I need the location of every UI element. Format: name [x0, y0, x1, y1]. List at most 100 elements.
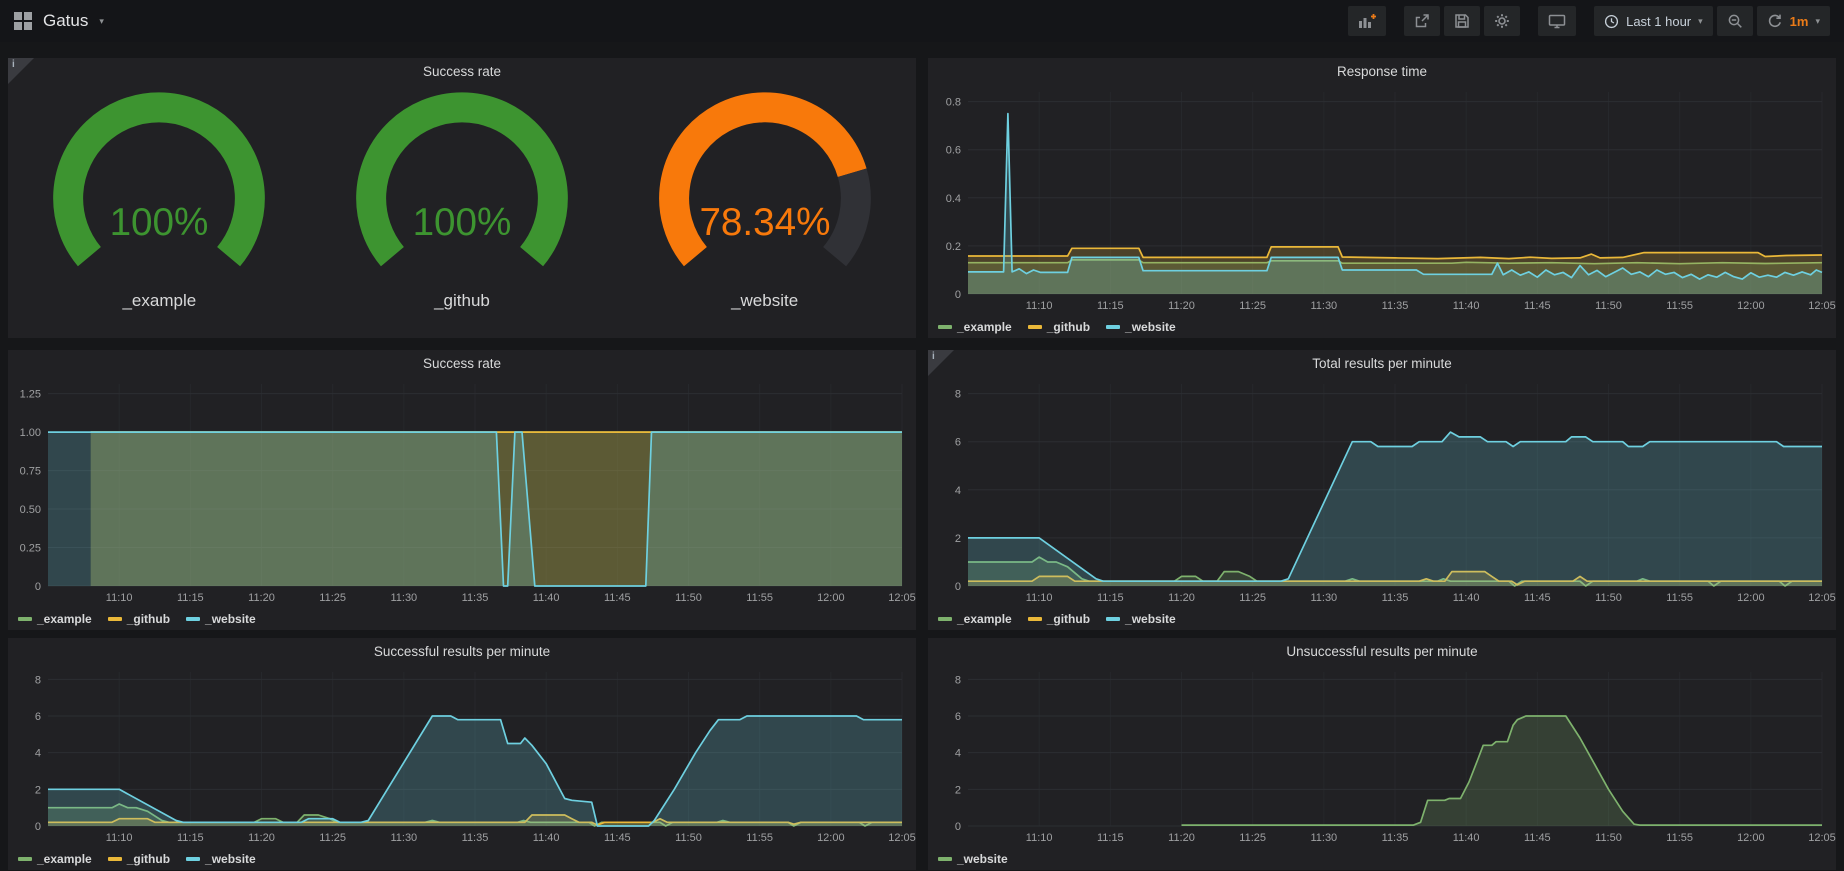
y-axis-tick-label: 0.6 [946, 145, 961, 157]
legend-item-_website[interactable]: _website [1106, 612, 1176, 626]
refresh-button[interactable]: 1m ▾ [1757, 6, 1830, 36]
x-axis-tick-label: 11:15 [177, 592, 204, 604]
panel-title[interactable]: Success rate [8, 58, 916, 84]
x-axis-tick-label: 11:35 [1382, 592, 1409, 604]
panel-title[interactable]: Successful results per minute [8, 638, 916, 664]
x-axis-tick-label: 12:00 [1737, 592, 1765, 604]
gauge-label: _example [122, 291, 196, 311]
gauge-_github: 100%_github [317, 90, 607, 311]
legend-item-_github[interactable]: _github [108, 612, 170, 626]
x-axis-tick-label: 11:50 [675, 832, 702, 844]
x-axis-tick-label: 11:25 [319, 832, 346, 844]
x-axis-tick-label: 11:20 [248, 592, 275, 604]
legend-label: _website [205, 612, 256, 626]
gauge-value: 100% [110, 201, 209, 244]
y-axis-tick-label: 8 [35, 674, 41, 686]
y-axis-tick-label: 0 [35, 581, 41, 593]
legend-item-_github[interactable]: _github [1028, 612, 1090, 626]
chevron-down-icon[interactable]: ▾ [99, 17, 104, 26]
legend-label: _github [1047, 612, 1090, 626]
panel-title[interactable]: Unsuccessful results per minute [928, 638, 1836, 664]
legend-item-_github[interactable]: _github [1028, 320, 1090, 334]
panel-title[interactable]: Total results per minute [928, 350, 1836, 376]
refresh-interval-label[interactable]: 1m [1790, 14, 1809, 29]
gauge-_example: 100% _example [14, 90, 304, 311]
x-axis-tick-label: 11:30 [1310, 592, 1337, 604]
chart-unsuccessful-results[interactable]: 0246811:1011:1511:2011:2511:3011:3511:40… [928, 664, 1836, 848]
legend-label: _github [1047, 320, 1090, 334]
chart-legend: _example _github _website [8, 608, 916, 630]
share-button[interactable] [1404, 6, 1440, 36]
legend-item-_example[interactable]: _example [938, 612, 1012, 626]
legend-item-_website[interactable]: _website [938, 852, 1008, 866]
chart-canvas[interactable]: 0246811:1011:1511:2011:2511:3011:3511:40… [8, 664, 916, 848]
chart-legend: _example _github _website [8, 848, 916, 870]
chart-canvas[interactable]: 00.20.40.60.811:1011:1511:2011:2511:3011… [928, 84, 1836, 316]
x-axis-tick-label: 11:40 [533, 832, 560, 844]
chart-canvas[interactable]: 0246811:1011:1511:2011:2511:3011:3511:40… [928, 664, 1836, 848]
x-axis-tick-label: 11:55 [1666, 300, 1693, 312]
chart-response-time[interactable]: 00.20.40.60.811:1011:1511:2011:2511:3011… [928, 84, 1836, 316]
navbar: Gatus ▾ [0, 0, 1844, 42]
panel-title[interactable]: Success rate [8, 350, 916, 376]
y-axis-tick-label: 4 [35, 748, 41, 760]
chart-legend: _example _github _website [928, 608, 1836, 630]
chart-successful-results[interactable]: 0246811:1011:1511:2011:2511:3011:3511:40… [8, 664, 916, 848]
time-range-label: Last 1 hour [1626, 14, 1691, 29]
panel-response-time: Response time 00.20.40.60.811:1011:1511:… [928, 58, 1836, 338]
legend-item-_example[interactable]: _example [18, 852, 92, 866]
legend-color-dash [1106, 617, 1120, 621]
chart-success-rate[interactable]: 00.250.500.751.001.2511:1011:1511:2011:2… [8, 376, 916, 608]
y-axis-tick-label: 6 [955, 711, 961, 723]
x-axis-tick-label: 11:25 [319, 592, 346, 604]
gauge-arc: 78.34% [620, 90, 910, 293]
legend-item-_website[interactable]: _website [1106, 320, 1176, 334]
y-axis-tick-label: 0.8 [946, 97, 961, 109]
x-axis-tick-label: 12:05 [1808, 592, 1836, 604]
panel-info-icon[interactable]: i [928, 350, 954, 376]
legend-label: _example [37, 852, 92, 866]
chart-legend: _example _github _website [928, 316, 1836, 338]
chart-canvas[interactable]: 0246811:1011:1511:2011:2511:3011:3511:40… [928, 376, 1836, 608]
dashboard-title[interactable]: Gatus [43, 11, 88, 31]
y-axis-tick-label: 0 [955, 821, 961, 833]
y-axis-tick-label: 0 [955, 289, 961, 301]
y-axis-tick-label: 2 [955, 533, 961, 545]
y-axis-tick-label: 4 [955, 485, 961, 497]
y-axis-tick-label: 0.75 [20, 466, 41, 478]
x-axis-tick-label: 11:45 [1524, 300, 1551, 312]
chevron-down-icon[interactable]: ▾ [1815, 17, 1820, 26]
settings-button[interactable] [1484, 6, 1520, 36]
legend-item-_github[interactable]: _github [108, 852, 170, 866]
legend-item-_example[interactable]: _example [18, 612, 92, 626]
panel-success-rate-gauges: i Success rate 100% _example 100%_github78… [8, 58, 916, 338]
panel-info-icon[interactable]: i [8, 58, 34, 84]
apps-grid-icon[interactable] [14, 12, 32, 30]
x-axis-tick-label: 12:00 [1737, 832, 1765, 844]
tv-mode-button[interactable] [1538, 6, 1576, 36]
dashboard: i Success rate 100%_example100%_github78… [0, 42, 1844, 871]
zoom-out-button[interactable] [1717, 6, 1753, 36]
gauge-value: 100% [413, 201, 512, 244]
x-axis-tick-label: 11:50 [1595, 300, 1622, 312]
x-axis-tick-label: 11:45 [604, 832, 631, 844]
x-axis-tick-label: 11:35 [1382, 832, 1409, 844]
x-axis-tick-label: 12:05 [1808, 832, 1836, 844]
y-axis-tick-label: 0 [35, 821, 41, 833]
legend-label: _website [957, 852, 1008, 866]
legend-color-dash [18, 617, 32, 621]
legend-color-dash [108, 617, 122, 621]
save-button[interactable] [1444, 6, 1480, 36]
x-axis-tick-label: 11:30 [390, 832, 417, 844]
add-panel-button[interactable] [1348, 6, 1386, 36]
time-range-picker[interactable]: Last 1 hour ▾ [1594, 6, 1713, 36]
x-axis-tick-label: 12:05 [888, 832, 916, 844]
legend-item-_website[interactable]: _website [186, 852, 256, 866]
panel-successful-results: Successful results per minute 0246811:10… [8, 638, 916, 870]
x-axis-tick-label: 11:20 [1168, 300, 1195, 312]
legend-item-_website[interactable]: _website [186, 612, 256, 626]
panel-title[interactable]: Response time [928, 58, 1836, 84]
legend-item-_example[interactable]: _example [938, 320, 1012, 334]
chart-total-results[interactable]: 0246811:1011:1511:2011:2511:3011:3511:40… [928, 376, 1836, 608]
chart-canvas[interactable]: 00.250.500.751.001.2511:1011:1511:2011:2… [8, 376, 916, 608]
